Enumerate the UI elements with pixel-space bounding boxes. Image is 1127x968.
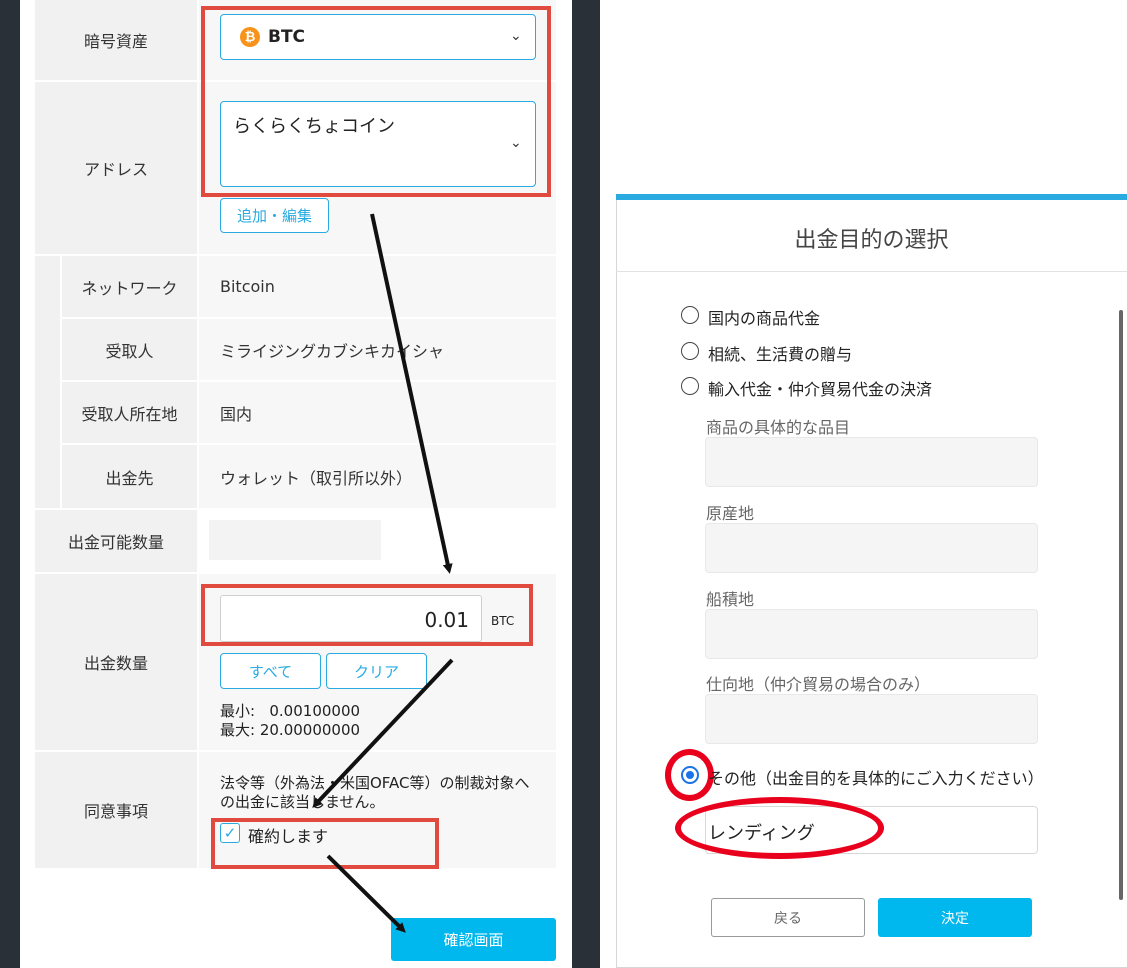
arrow-address-to-amount — [370, 213, 453, 574]
radio-other[interactable] — [681, 766, 699, 784]
option-domestic-goods-label: 国内の商品代金 — [708, 309, 821, 328]
radio-domestic-goods[interactable] — [681, 306, 699, 324]
option-inheritance-gift-label: 相続、生活費の贈与 — [708, 345, 853, 364]
field-destination-input[interactable] — [705, 694, 1038, 744]
arrow-amount-to-consent — [312, 658, 454, 808]
radio-inheritance-gift[interactable] — [681, 342, 699, 360]
back-button[interactable]: 戻る — [711, 898, 865, 937]
field-loading-port-input[interactable] — [705, 609, 1038, 659]
field-item-input[interactable] — [705, 437, 1038, 487]
field-item-label: 商品の具体的な品目 — [706, 418, 851, 437]
field-origin-input[interactable] — [705, 523, 1038, 573]
decide-button[interactable]: 決定 — [878, 898, 1032, 937]
modal-scrollbar[interactable] — [1119, 310, 1123, 900]
radio-import-settlement[interactable] — [681, 377, 699, 395]
modal-accent-bar — [616, 194, 1127, 200]
option-import-settlement-label: 輸入代金・仲介貿易代金の決済 — [708, 380, 933, 399]
field-destination-label: 仕向地（仲介貿易の場合のみ） — [706, 675, 931, 694]
annotation-arrows — [312, 213, 454, 933]
arrow-consent-to-confirm — [326, 854, 406, 933]
highlight-ellipse-other-input — [675, 797, 884, 859]
option-other-label: その他（出金目的を具体的にご入力ください） — [708, 769, 1044, 788]
field-origin-label: 原産地 — [706, 504, 755, 523]
modal-title: 出金目的の選択 — [794, 228, 949, 253]
modal-divider — [616, 271, 1127, 272]
field-loading-port-label: 船積地 — [706, 590, 755, 609]
